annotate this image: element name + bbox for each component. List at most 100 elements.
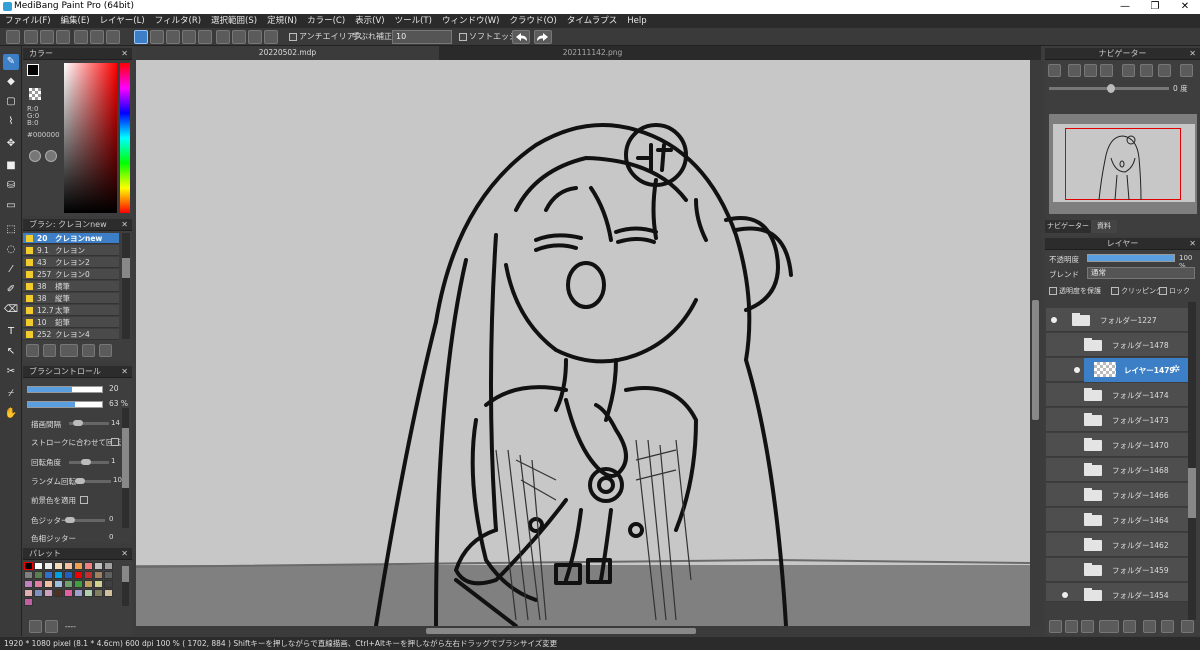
menu-timelapse[interactable]: タイムラプス xyxy=(562,14,622,28)
panel-close-icon[interactable]: ✕ xyxy=(121,48,128,60)
move-tool-icon[interactable]: ✥ xyxy=(3,136,19,152)
palette-swatch[interactable] xyxy=(54,589,63,597)
new-brush-icon[interactable] xyxy=(43,344,56,357)
layer-row[interactable]: レイヤー1479 ✲ xyxy=(1046,358,1188,382)
palette-swatch[interactable] xyxy=(24,598,33,606)
panel-close-icon[interactable]: ✕ xyxy=(1189,238,1196,250)
zoom-in-icon[interactable] xyxy=(1048,64,1061,77)
spacing-knob[interactable] xyxy=(73,420,83,426)
visibility-icon[interactable] xyxy=(1051,317,1057,323)
minimize-button[interactable]: — xyxy=(1110,0,1140,14)
delete-layer-icon[interactable] xyxy=(1181,620,1194,633)
reset-view-icon[interactable] xyxy=(1140,64,1153,77)
layer-row[interactable]: フォルダー1459 xyxy=(1046,558,1188,582)
share-icon[interactable] xyxy=(24,30,38,44)
zoom-out-icon[interactable] xyxy=(1100,64,1113,77)
brush-item[interactable]: 12.7 太筆 xyxy=(23,305,119,316)
canvas-vertical-scrollbar[interactable] xyxy=(1030,60,1041,626)
menu-tool[interactable]: ツール(T) xyxy=(390,14,437,28)
antialias-checkbox[interactable] xyxy=(289,33,297,41)
palette-swatch[interactable] xyxy=(104,562,113,570)
palette-swatch[interactable] xyxy=(94,562,103,570)
palette-swatch[interactable] xyxy=(84,571,93,579)
palette-swatch[interactable] xyxy=(54,571,63,579)
brush-opacity-slider[interactable] xyxy=(27,401,103,408)
palette-swatch[interactable] xyxy=(54,562,63,570)
soft-edge-checkbox[interactable] xyxy=(459,33,467,41)
menu-cloud[interactable]: クラウド(O) xyxy=(504,14,561,28)
grid-icon[interactable] xyxy=(106,30,120,44)
menu-edit[interactable]: 編集(E) xyxy=(56,14,95,28)
eraser-tool-icon[interactable]: ◆ xyxy=(3,74,19,90)
lasso-tool-icon[interactable]: ◌ xyxy=(3,242,19,258)
palette-swatch[interactable] xyxy=(84,580,93,588)
palette-swatch[interactable] xyxy=(74,562,83,570)
layer-row[interactable]: フォルダー1227 xyxy=(1046,308,1188,332)
snap-curve-icon[interactable] xyxy=(232,30,246,44)
line-tool-icon[interactable]: ⌇ xyxy=(3,114,19,130)
settings-gear-icon[interactable]: ✲ xyxy=(1172,364,1180,375)
blend-dropdown[interactable]: 通常 xyxy=(1087,267,1195,279)
hand-tool-icon[interactable]: ✋ xyxy=(3,406,19,422)
layer-row[interactable]: フォルダー1462 xyxy=(1046,533,1188,557)
layer-list-scrollbar[interactable] xyxy=(1188,302,1196,620)
palette-swatch[interactable] xyxy=(74,571,83,579)
operation-tool-icon[interactable]: ↖ xyxy=(3,344,19,360)
clipping-checkbox[interactable] xyxy=(1111,287,1119,295)
rotate-left-icon[interactable] xyxy=(1122,64,1135,77)
rotate-right-icon[interactable] xyxy=(1158,64,1171,77)
palette-swatch[interactable] xyxy=(24,589,33,597)
snap-settings-icon[interactable] xyxy=(264,30,278,44)
brush-item[interactable]: 38 縦筆 xyxy=(23,293,119,304)
layer-row[interactable]: フォルダー1470 xyxy=(1046,433,1188,457)
panel-close-icon[interactable]: ✕ xyxy=(1189,48,1196,60)
snap-circle-icon[interactable] xyxy=(216,30,230,44)
menu-select[interactable]: 選択範囲(S) xyxy=(206,14,262,28)
panel-close-icon[interactable]: ✕ xyxy=(121,219,128,231)
new-layer-icon[interactable] xyxy=(1049,620,1062,633)
canvas-horizontal-scrollbar[interactable] xyxy=(136,626,1030,636)
protect-alpha-checkbox[interactable] xyxy=(1049,287,1057,295)
merge-layer-icon[interactable] xyxy=(1161,620,1174,633)
palette-swatch[interactable] xyxy=(104,571,113,579)
palette-swatch[interactable] xyxy=(34,571,43,579)
brush-item[interactable]: 9.1 クレヨン xyxy=(23,245,119,256)
palette-swatch[interactable] xyxy=(74,589,83,597)
palette-swatch[interactable] xyxy=(84,589,93,597)
undo-icon[interactable] xyxy=(512,30,530,44)
add-brush-icon[interactable] xyxy=(60,344,78,357)
fill-rect-tool-icon[interactable]: ■ xyxy=(3,158,19,174)
palette-swatch[interactable] xyxy=(64,571,73,579)
magic-wand-tool-icon[interactable]: ⁄ xyxy=(3,262,19,278)
page-icon[interactable] xyxy=(74,30,88,44)
snap-burst-icon[interactable] xyxy=(198,30,212,44)
eyedropper-tool-icon[interactable]: ⌿ xyxy=(3,386,19,402)
apply-foreground-checkbox[interactable] xyxy=(80,496,88,504)
zoom-in-2-icon[interactable] xyxy=(1068,64,1081,77)
transparent-swatch[interactable] xyxy=(29,88,41,100)
layer-row[interactable]: フォルダー1466 xyxy=(1046,483,1188,507)
new-folder-icon[interactable] xyxy=(1123,620,1136,633)
menu-file[interactable]: ファイル(F) xyxy=(0,14,56,28)
snap-parallel-icon[interactable] xyxy=(150,30,164,44)
brush-size-slider[interactable] xyxy=(27,386,103,393)
brush-file-icon[interactable] xyxy=(82,344,95,357)
menu-layer[interactable]: レイヤー(L) xyxy=(95,14,150,28)
layer-opacity-slider[interactable] xyxy=(1087,254,1175,262)
palette-swatch[interactable] xyxy=(34,562,43,570)
new-layer-3-icon[interactable] xyxy=(1081,620,1094,633)
layer-row[interactable]: フォルダー1468 xyxy=(1046,458,1188,482)
palette-swatch[interactable] xyxy=(94,589,103,597)
stabilizer-dropdown[interactable]: 10 xyxy=(392,30,452,44)
navigator-thumbnail[interactable] xyxy=(1049,114,1197,214)
layer-row[interactable]: フォルダー1454 xyxy=(1046,583,1188,602)
snap-off-icon[interactable] xyxy=(134,30,148,44)
snap-radial-icon[interactable] xyxy=(182,30,196,44)
palette-swatch[interactable] xyxy=(54,580,63,588)
palette-swatch[interactable] xyxy=(44,562,53,570)
saturation-value-picker[interactable] xyxy=(64,63,117,213)
cloud-icon[interactable] xyxy=(6,30,20,44)
palette-swatch[interactable] xyxy=(74,580,83,588)
select-tool-icon[interactable]: ⬚ xyxy=(3,222,19,238)
menu-color[interactable]: カラー(C) xyxy=(302,14,350,28)
